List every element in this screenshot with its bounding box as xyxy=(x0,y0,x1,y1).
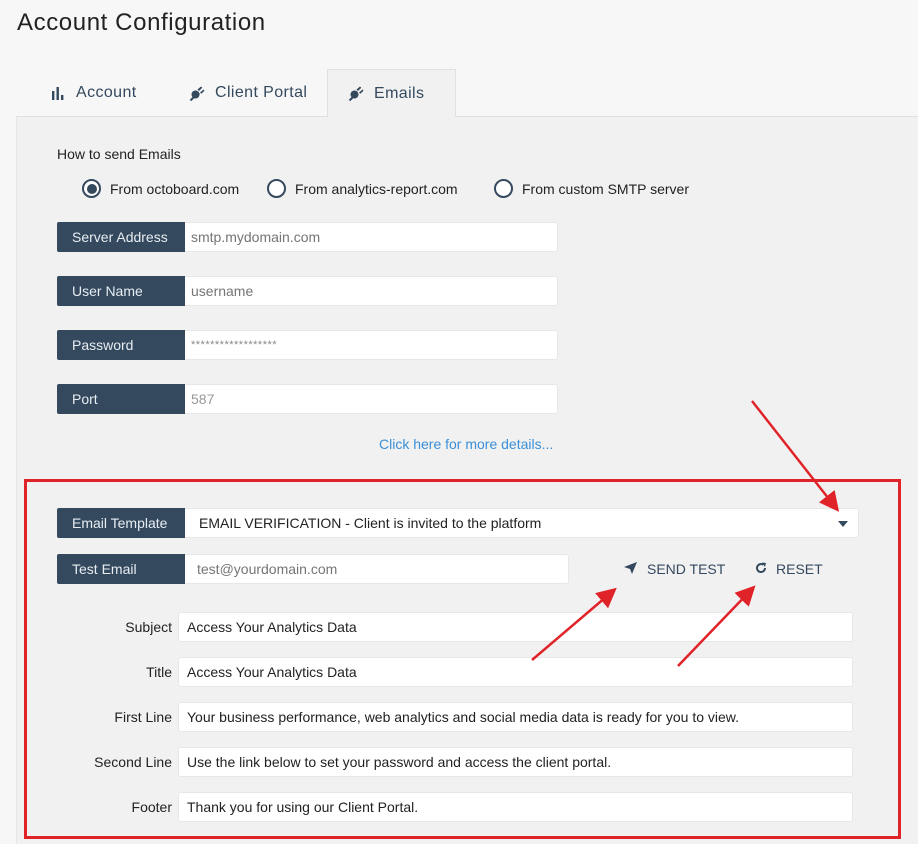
tab-label: Client Portal xyxy=(215,84,308,101)
first-line-row: First Line xyxy=(60,702,853,732)
tab-label: Account xyxy=(76,84,137,101)
first-line-label: First Line xyxy=(114,709,172,725)
plug-icon xyxy=(348,86,364,101)
tab-client-portal[interactable]: Client Portal xyxy=(189,69,307,117)
radio-circle-checked[interactable] xyxy=(82,179,101,198)
test-email-row: Test Email xyxy=(57,554,569,584)
reset-button[interactable]: RESET xyxy=(755,561,823,577)
radio-circle[interactable] xyxy=(267,179,286,198)
footer-row: Footer xyxy=(60,792,853,822)
refresh-icon xyxy=(755,561,767,577)
radio-label: From octoboard.com xyxy=(110,180,240,197)
second-line-label: Second Line xyxy=(94,754,172,770)
test-email-input[interactable] xyxy=(185,554,569,584)
more-details-link[interactable]: Click here for more details... xyxy=(379,436,553,452)
first-line-input[interactable] xyxy=(178,702,853,732)
server-address-label: Server Address xyxy=(57,222,185,252)
port-input[interactable]: 587 xyxy=(185,384,558,414)
password-label: Password xyxy=(57,330,185,360)
password-input[interactable]: ****************** xyxy=(185,330,558,360)
paper-plane-icon xyxy=(624,561,638,577)
footer-input[interactable] xyxy=(178,792,853,822)
title-input[interactable] xyxy=(178,657,853,687)
email-template-select[interactable]: EMAIL VERIFICATION - Client is invited t… xyxy=(185,508,859,538)
radio-analytics-report[interactable]: From analytics-report.com xyxy=(267,179,458,198)
tab-account[interactable]: Account xyxy=(50,69,137,117)
plug-icon xyxy=(189,86,205,101)
radio-custom-smtp[interactable]: From custom SMTP server xyxy=(494,179,689,198)
email-template-label: Email Template xyxy=(57,508,185,538)
subject-label: Subject xyxy=(125,619,172,635)
radio-label: From analytics-report.com xyxy=(295,180,458,197)
email-template-value: EMAIL VERIFICATION - Client is invited t… xyxy=(199,515,542,531)
user-name-input[interactable] xyxy=(185,276,558,306)
radio-octoboard[interactable]: From octoboard.com xyxy=(82,179,239,198)
tab-emails[interactable]: Emails xyxy=(327,69,456,117)
email-template-row: Email Template EMAIL VERIFICATION - Clie… xyxy=(57,508,859,538)
password-mask: ****************** xyxy=(191,339,278,351)
port-label: Port xyxy=(57,384,185,414)
second-line-row: Second Line xyxy=(60,747,853,777)
user-name-label: User Name xyxy=(57,276,185,306)
port-row: Port 587 xyxy=(57,384,558,414)
port-value: 587 xyxy=(191,391,215,407)
send-test-label: SEND TEST xyxy=(647,561,726,577)
send-method-label: How to send Emails xyxy=(57,146,181,162)
send-test-button[interactable]: SEND TEST xyxy=(624,561,725,577)
caret-down-icon xyxy=(838,521,848,527)
radio-circle[interactable] xyxy=(494,179,513,198)
server-address-input[interactable] xyxy=(185,222,558,252)
tab-label: Emails xyxy=(374,84,425,102)
server-address-row: Server Address xyxy=(57,222,558,252)
subject-input[interactable] xyxy=(178,612,853,642)
second-line-input[interactable] xyxy=(178,747,853,777)
bar-chart-icon xyxy=(50,86,66,100)
footer-label: Footer xyxy=(131,799,172,815)
page-title: Account Configuration xyxy=(17,9,266,36)
user-name-row: User Name xyxy=(57,276,558,306)
radio-label: From custom SMTP server xyxy=(522,180,689,197)
tab-bar: Account Client Portal Emails xyxy=(16,69,918,117)
password-row: Password ****************** xyxy=(57,330,558,360)
subject-row: Subject xyxy=(60,612,853,642)
reset-label: RESET xyxy=(776,561,823,577)
radio-dot xyxy=(86,183,97,194)
title-label: Title xyxy=(146,664,172,680)
title-row: Title xyxy=(60,657,853,687)
test-email-label: Test Email xyxy=(57,554,185,584)
